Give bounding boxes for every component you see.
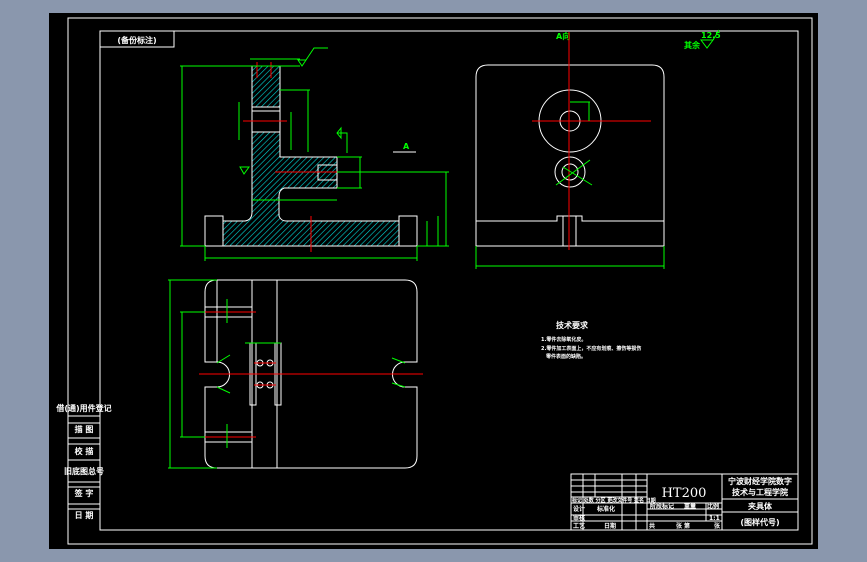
scale-value: 1:1 [709,515,720,522]
tech-requirement-item: 1.零件去除氧化皮。 [541,336,586,343]
left-table-row: 描 图 [75,424,94,434]
left-table-row: 旧底图总号 [64,466,104,476]
weight-header: 重量 [684,502,696,510]
change-record-header: 标记 处数 分区 更改文件号 签名 日期 [571,497,656,504]
design-label: 设计 [573,505,585,513]
school-name-line1: 宁波财经学院数字 [728,476,792,486]
process-label: 工艺 [573,522,585,530]
view-a-label: A向 [556,31,570,41]
date-label: 日期 [604,522,616,530]
review-label: 审核 [573,514,585,522]
header-label: (备份标注) [117,35,156,45]
cad-drawing-canvas[interactable]: (备份标注) A A向 其余 12.5 技术要求 1.零件去除氧化皮。 2.零件… [0,0,867,562]
left-table-row: 日 期 [75,510,94,520]
material-label: HT200 [662,486,707,501]
left-table-row: 签 字 [74,488,94,498]
left-table-title: 借(通)用件登记 [55,403,111,413]
tech-requirement-item: 零件表面的缺陷。 [546,353,586,360]
part-name: 夹具体 [748,501,773,511]
stage-mark-header: 阶段标记 [650,502,674,510]
drawing-sheet [49,13,818,549]
left-table-row: 校 描 [75,446,94,456]
sheets-unit-label: 张 [676,522,683,530]
sheets-total-label: 共 [649,522,655,530]
scale-header: 比例 [707,502,719,510]
school-name-line2: 技术与工程学院 [732,487,788,497]
surface-finish-label: 其余 [684,40,701,50]
tech-requirement-item: 2.零件加工表面上，不应有划痕、擦伤等损伤 [541,345,641,352]
sheet-unit-label: 张 [714,522,721,530]
sheet-number-label: 第 [683,522,690,530]
section-label-a: A [403,142,410,151]
tech-requirements-title: 技术要求 [556,320,589,330]
standardization-label: 标准化 [596,505,615,513]
drawing-code: (图样代号) [740,517,779,527]
